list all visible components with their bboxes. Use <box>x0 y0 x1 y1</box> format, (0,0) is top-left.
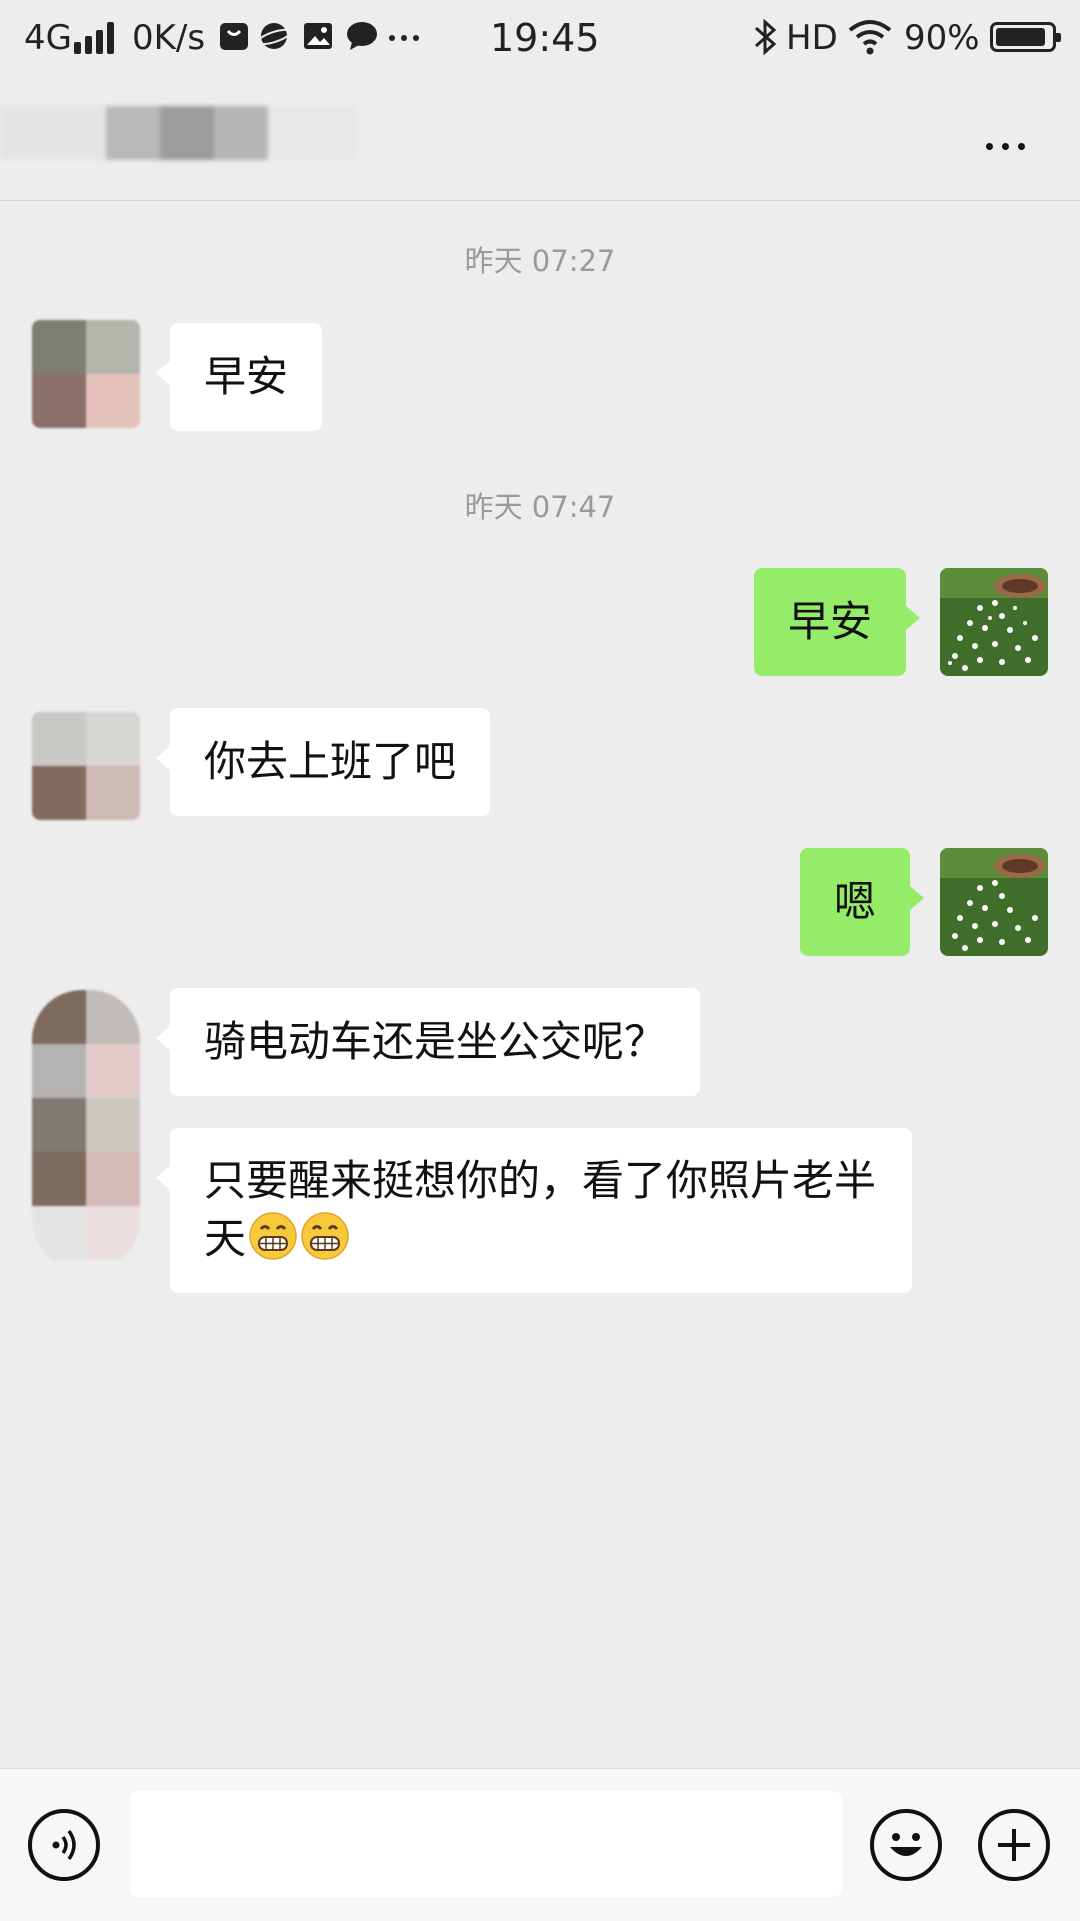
plus-button[interactable] <box>978 1809 1050 1881</box>
emoji-icon <box>890 1833 922 1856</box>
contact-name-pixelated <box>0 106 360 176</box>
clock: 19:45 <box>490 16 600 60</box>
timestamp: 昨天 07:27 <box>464 244 616 278</box>
contact-avatar[interactable] <box>32 712 140 820</box>
outgoing-message[interactable]: 早安 <box>754 568 921 676</box>
battery-icon <box>990 22 1061 52</box>
contact-avatar[interactable] <box>32 320 140 428</box>
plus-icon <box>998 1829 1030 1861</box>
message-icon <box>347 22 377 50</box>
more-notifications-icon <box>389 35 419 41</box>
timestamp: 昨天 07:47 <box>464 490 616 524</box>
emoji-button[interactable] <box>870 1809 942 1881</box>
incoming-message[interactable]: 你去上班了吧 <box>155 708 491 816</box>
voice-button[interactable] <box>28 1809 100 1881</box>
battery-percent: 90% <box>904 18 980 58</box>
hd-indicator: HD <box>786 18 838 58</box>
signal-icon <box>74 22 120 54</box>
status-bar: 4G 0K/s 19:45 HD 90% <box>0 0 1080 76</box>
voice-icon <box>52 1829 76 1861</box>
wifi-icon <box>848 20 892 55</box>
outgoing-message[interactable]: 嗯 <box>800 848 925 956</box>
message-input[interactable] <box>130 1791 842 1897</box>
network-speed: 0K/s <box>132 18 206 58</box>
more-button[interactable] <box>960 116 1050 176</box>
contact-avatar[interactable] <box>32 990 140 1270</box>
incoming-message[interactable]: 骑电动车还是坐公交呢？ <box>155 988 701 1096</box>
flower-pot-image <box>940 568 1048 676</box>
shopping-bag-icon <box>220 23 248 50</box>
incoming-message[interactable]: 只要醒来挺想你的，看了你照片老半天 <box>156 1128 912 1293</box>
input-bar <box>0 1768 1080 1921</box>
grin-emoji-icon <box>249 1212 297 1260</box>
planet-icon <box>258 23 290 49</box>
gallery-icon <box>304 23 332 49</box>
incoming-message[interactable]: 早安 <box>155 323 323 431</box>
my-avatar[interactable] <box>940 848 1048 956</box>
bluetooth-icon <box>755 18 777 56</box>
my-avatar[interactable] <box>940 568 1048 676</box>
more-dots-icon <box>985 142 993 150</box>
network-type: 4G <box>24 18 72 58</box>
chat-header <box>0 76 1080 201</box>
grin-emoji-icon <box>301 1212 349 1260</box>
flower-pot-image <box>940 848 1048 956</box>
